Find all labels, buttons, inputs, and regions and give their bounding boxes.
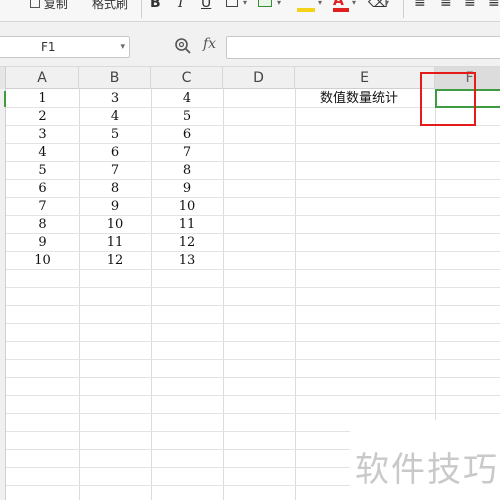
toolbar-divider xyxy=(403,0,404,18)
column-header-e[interactable]: E xyxy=(295,67,435,89)
cell-b8[interactable]: 10 xyxy=(79,216,151,234)
font-color-bar xyxy=(333,8,349,12)
toolbar-divider xyxy=(141,0,142,18)
cell-a9[interactable]: 9 xyxy=(6,234,79,252)
row-divider xyxy=(6,413,500,414)
cell-b5[interactable]: 7 xyxy=(79,162,151,180)
cell-e1[interactable]: 数值数量统计 xyxy=(320,90,398,108)
bold-button[interactable]: B xyxy=(150,0,161,10)
align-center-icon[interactable]: ≡ xyxy=(440,0,452,10)
fx-icon[interactable]: fx xyxy=(203,36,216,52)
border-dropdown-icon[interactable]: ▾ xyxy=(243,0,247,7)
cell-a10[interactable]: 10 xyxy=(6,252,79,270)
cell-a8[interactable]: 8 xyxy=(6,216,79,234)
formula-bar: F1 ▾ fx xyxy=(0,22,500,67)
font-color-dropdown-icon[interactable]: ▾ xyxy=(352,0,356,7)
highlight-color-icon[interactable] xyxy=(297,8,315,12)
cell-a6[interactable]: 6 xyxy=(6,180,79,198)
cell-b7[interactable]: 9 xyxy=(79,198,151,216)
format-painter-button[interactable]: 格式刷 xyxy=(92,0,128,12)
cell-c2[interactable]: 5 xyxy=(151,108,223,126)
justify-icon[interactable]: ≡ xyxy=(488,0,500,10)
cell-a7[interactable]: 7 xyxy=(6,198,79,216)
copy-button[interactable]: 复制 xyxy=(30,0,68,12)
copy-icon xyxy=(30,0,40,8)
column-header-b[interactable]: B xyxy=(79,67,151,89)
copy-label: 复制 xyxy=(43,0,68,11)
border-button[interactable] xyxy=(226,0,238,10)
cell-a3[interactable]: 3 xyxy=(6,126,79,144)
column-header-d[interactable]: D xyxy=(223,67,295,89)
underline-button[interactable]: U xyxy=(201,0,211,10)
name-box[interactable]: F1 ▾ xyxy=(0,36,130,58)
watermark-text: 软件技巧 xyxy=(355,450,499,490)
column-divider xyxy=(295,89,296,500)
fill-color-icon xyxy=(258,0,272,7)
zoom-icon[interactable] xyxy=(174,37,192,55)
row-divider xyxy=(6,305,500,306)
name-box-value: F1 xyxy=(41,40,56,54)
fill-color-button[interactable] xyxy=(258,0,272,10)
cell-c10[interactable]: 13 xyxy=(151,252,223,270)
cell-c8[interactable]: 11 xyxy=(151,216,223,234)
ribbon-toolbar: 复制 格式刷 B I U ▾ ▾ ▾ A ▾ ⌫ ▾ ≡ ≡ ≡ ≡ xyxy=(0,0,500,22)
column-header-a[interactable]: A xyxy=(6,67,79,89)
font-color-icon[interactable]: A xyxy=(333,0,344,8)
cell-b9[interactable]: 11 xyxy=(79,234,151,252)
row-divider xyxy=(6,377,500,378)
row-divider xyxy=(6,341,500,342)
row-divider xyxy=(6,395,500,396)
italic-button[interactable]: I xyxy=(178,0,184,10)
highlight-dropdown-icon[interactable]: ▾ xyxy=(318,0,322,7)
cell-c9[interactable]: 12 xyxy=(151,234,223,252)
cell-b1[interactable]: 3 xyxy=(79,90,151,108)
cell-b10[interactable]: 12 xyxy=(79,252,151,270)
border-icon xyxy=(226,0,238,7)
watermark: 软件技巧 xyxy=(350,420,500,500)
cell-a5[interactable]: 5 xyxy=(6,162,79,180)
chevron-down-icon[interactable]: ▾ xyxy=(120,37,125,57)
formula-input[interactable] xyxy=(226,36,500,59)
cell-c1[interactable]: 4 xyxy=(151,90,223,108)
annotation-highlight-box xyxy=(420,72,476,126)
row-divider xyxy=(6,287,500,288)
clear-dropdown-icon[interactable]: ▾ xyxy=(385,0,389,7)
cell-c6[interactable]: 9 xyxy=(151,180,223,198)
cell-a1[interactable]: 1 xyxy=(6,90,79,108)
align-left-icon[interactable]: ≡ xyxy=(414,0,426,10)
cell-b3[interactable]: 5 xyxy=(79,126,151,144)
align-right-icon[interactable]: ≡ xyxy=(464,0,476,10)
cell-b2[interactable]: 4 xyxy=(79,108,151,126)
cell-a4[interactable]: 4 xyxy=(6,144,79,162)
column-divider xyxy=(223,89,224,500)
cell-b6[interactable]: 8 xyxy=(79,180,151,198)
row-divider xyxy=(6,359,500,360)
cell-a2[interactable]: 2 xyxy=(6,108,79,126)
row-divider xyxy=(6,323,500,324)
cell-c5[interactable]: 8 xyxy=(151,162,223,180)
cell-c4[interactable]: 7 xyxy=(151,144,223,162)
column-header-c[interactable]: C xyxy=(151,67,223,89)
cell-b4[interactable]: 6 xyxy=(79,144,151,162)
cell-c3[interactable]: 6 xyxy=(151,126,223,144)
cell-c7[interactable]: 10 xyxy=(151,198,223,216)
fill-color-dropdown-icon[interactable]: ▾ xyxy=(277,0,281,7)
